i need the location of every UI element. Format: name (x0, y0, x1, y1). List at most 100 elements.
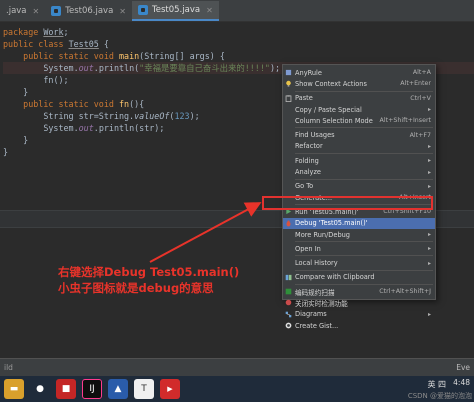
menu-item-label: Analyze (295, 168, 321, 177)
submenu-arrow-icon: ▸ (427, 245, 431, 253)
close-icon[interactable]: ✕ (206, 6, 213, 15)
menu-item-paste[interactable]: Paste Ctrl+V (283, 93, 435, 104)
java-class-icon (138, 5, 148, 15)
code-text: } (23, 135, 29, 145)
menu-item-copy-paste-special[interactable]: Copy / Paste Special ▸ (283, 104, 435, 115)
class-name: Test05 (68, 39, 99, 49)
file-explorer-icon[interactable]: ▬ (4, 379, 24, 399)
code-text: (){ (129, 99, 145, 109)
qq-penguin-icon[interactable]: ● (30, 379, 50, 399)
menu-separator (295, 90, 433, 92)
menu-item-label: Diagrams (295, 310, 327, 319)
menu-item-debug-test05-main[interactable]: Debug 'Test05.main()' (283, 217, 435, 229)
method-name: main (118, 51, 140, 61)
string-literal: "幸福是要靠自己奋斗出来的!!!!" (139, 63, 270, 73)
bulb-icon (286, 81, 291, 87)
menu-separator (295, 241, 433, 243)
red-app-icon[interactable]: ■ (56, 379, 76, 399)
code-line-3: public static void main(String[] args) { (3, 50, 474, 62)
submenu-arrow-icon: ▸ (427, 259, 431, 267)
event-log-label[interactable]: Eve (456, 363, 470, 372)
keyword-token: public static void (23, 99, 114, 109)
code-text: System. (43, 123, 79, 133)
menu-separator (295, 269, 433, 271)
menu-separator (295, 178, 433, 180)
code-text: .println(str); (93, 123, 165, 133)
menu-item-shortcut: Ctrl+Alt+Shift+J (379, 288, 431, 296)
keyword-token: public static void (23, 51, 114, 61)
menu-item-show-context-actions[interactable]: Show Context Actions Alt+Enter (283, 78, 435, 89)
menu-item-label: AnyRule (295, 68, 322, 77)
code-text: } (3, 147, 9, 157)
tab-test05[interactable]: Test05.java ✕ (132, 1, 219, 21)
menu-item-label: Column Selection Mode (295, 116, 373, 125)
annotation-line-1: 右键选择Debug Test05.main() (58, 265, 240, 279)
editor-tab-bar: .java ✕ Test06.java ✕ Test05.java ✕ (0, 0, 474, 22)
menu-item-go-to[interactable]: Go To ▸ (283, 181, 435, 192)
menu-item-create-gist[interactable]: Create Gist... (283, 320, 435, 331)
menu-separator (295, 284, 433, 286)
menu-item-label: Refactor (295, 142, 323, 151)
menu-item-label: Find Usages (295, 131, 335, 140)
menu-item-analyze[interactable]: Analyze ▸ (283, 166, 435, 177)
submenu-arrow-icon: ▸ (427, 157, 431, 165)
menu-item-shortcut: Alt+Enter (400, 80, 431, 88)
menu-item-refactor[interactable]: Refactor ▸ (283, 141, 435, 152)
photo-app-icon[interactable]: ▲ (108, 379, 128, 399)
menu-item-diagrams[interactable]: Diagrams ▸ (283, 309, 435, 320)
annotation-line-2: 小虫子图标就是debug的意思 (58, 281, 214, 295)
annotation-text: 右键选择Debug Test05.main() 小虫子图标就是debug的意思 (58, 264, 239, 296)
menu-item-label: Local History (295, 259, 338, 268)
diagram-icon (285, 311, 292, 317)
menu-item-more-run-debug[interactable]: More Run/Debug ▸ (283, 229, 435, 240)
submenu-arrow-icon: ▸ (427, 142, 431, 150)
typora-icon[interactable]: T (134, 379, 154, 399)
submenu-arrow-icon: ▸ (427, 310, 431, 318)
github-icon (285, 322, 292, 329)
menu-item-shortcut: Alt+A (412, 69, 431, 77)
menu-item-column-selection-mode[interactable]: Column Selection Mode Alt+Shift+Insert (283, 115, 435, 126)
field-token: out (78, 123, 94, 133)
menu-item-label: More Run/Debug (295, 230, 350, 239)
keyword-token: public class (3, 39, 64, 49)
os-taskbar: ▬ ● ■ IJ ▲ T ▶ 英 四 4:48 (0, 376, 474, 402)
menu-item-open-in[interactable]: Open In ▸ (283, 243, 435, 254)
scan-icon (285, 288, 292, 295)
menu-separator (295, 153, 433, 155)
menu-item-item-27[interactable]: 关闭实时检测功能 (283, 297, 435, 308)
menu-item-label: Go To (295, 182, 314, 191)
submenu-arrow-icon: ▸ (427, 168, 431, 176)
close-icon[interactable]: ✕ (119, 7, 126, 16)
debug-icon (286, 220, 291, 227)
menu-item-anyrule[interactable]: AnyRule Alt+A (283, 67, 435, 78)
tab-test06[interactable]: Test06.java ✕ (45, 1, 132, 21)
menu-item-shortcut: Alt+Shift+Insert (379, 117, 431, 125)
close-icon[interactable]: ✕ (33, 7, 40, 16)
tab-label: Test05.java (152, 5, 201, 15)
menu-item-item-26[interactable]: 编码规约扫描 Ctrl+Alt+Shift+J (283, 286, 435, 297)
media-app-icon[interactable]: ▶ (160, 379, 180, 399)
menu-item-label: 编码规约扫描 (295, 288, 335, 297)
watermark-text: CSDN @爱猫的泡泡 (407, 392, 472, 400)
number-literal: 123 (174, 111, 190, 121)
method-call: fn (43, 75, 54, 85)
input-method-indicator[interactable]: 英 四 (427, 379, 446, 390)
menu-item-compare-with-clipboard[interactable]: Compare with Clipboard (283, 272, 435, 283)
tab-java[interactable]: .java ✕ (0, 1, 45, 21)
system-clock[interactable]: 4:48 (453, 378, 470, 388)
intellij-icon[interactable]: IJ (82, 379, 102, 399)
menu-item-find-usages[interactable]: Find Usages Alt+F7 (283, 129, 435, 140)
status-text: ild (4, 363, 13, 372)
detect-off-icon (285, 300, 292, 306)
status-bar: ild Eve (0, 358, 474, 376)
ide-window: .java ✕ Test06.java ✕ Test05.java ✕ pack… (0, 0, 474, 402)
menu-item-local-history[interactable]: Local History ▸ (283, 257, 435, 268)
menu-item-label: Show Context Actions (295, 79, 367, 88)
menu-item-folding[interactable]: Folding ▸ (283, 155, 435, 166)
code-line-1: package Work; (3, 27, 69, 37)
menu-item-label: Open In (295, 244, 321, 253)
anyrule-icon (285, 69, 292, 76)
code-text: (); (53, 75, 69, 85)
static-method-token: valueOf (134, 111, 170, 121)
package-name: Work (43, 27, 64, 37)
